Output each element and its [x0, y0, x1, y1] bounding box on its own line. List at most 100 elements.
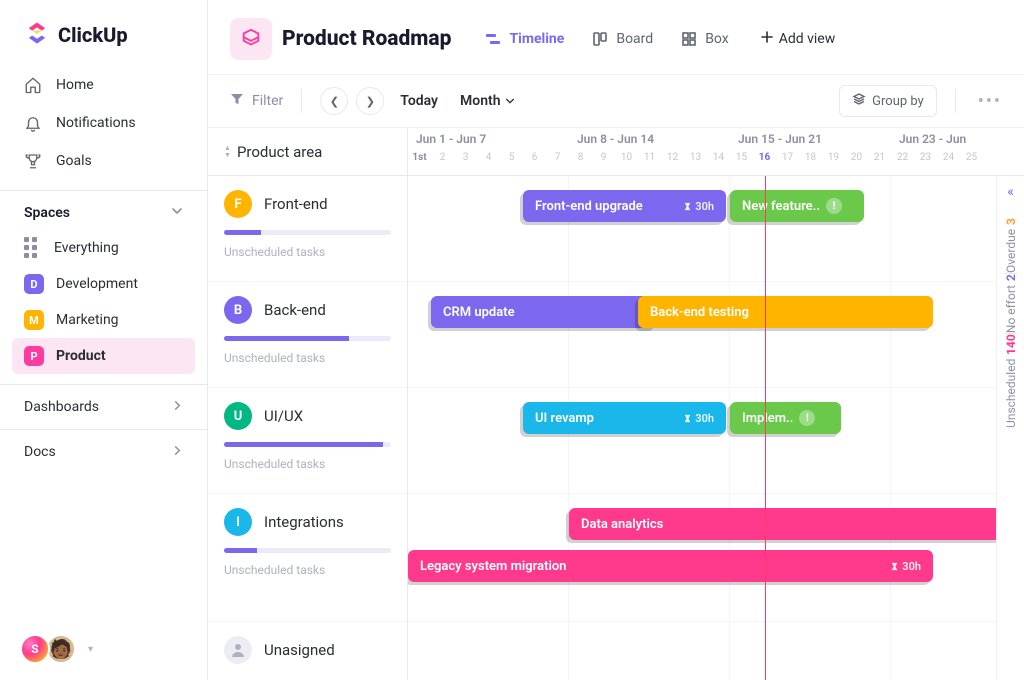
timeline: ▲▼ Product area F Front-end Unscheduled …: [208, 128, 1024, 680]
rail-unsch[interactable]: Unscheduled 140: [1004, 334, 1018, 428]
task-bar[interactable]: Implem.. !: [730, 402, 841, 434]
more-button[interactable]: •••: [978, 91, 1002, 112]
space-everything[interactable]: Everything: [12, 229, 195, 266]
area-row[interactable]: B Back-end: [224, 296, 391, 324]
date-range: Jun 15 - Jun 21: [730, 128, 891, 152]
unscheduled-link[interactable]: Unscheduled tasks: [224, 457, 391, 471]
task-bar[interactable]: CRM update: [431, 296, 657, 328]
nav-trophy[interactable]: Goals: [12, 142, 195, 180]
progress-bar: [224, 336, 391, 341]
person-icon: [224, 636, 252, 664]
view-tab-timeline[interactable]: Timeline: [471, 23, 578, 55]
group-column-header[interactable]: ▲▼ Product area: [208, 128, 407, 176]
area-badge: U: [224, 402, 252, 430]
today-button[interactable]: Today: [400, 93, 438, 109]
spaces-heading[interactable]: Spaces: [0, 190, 207, 229]
filter-icon: [230, 92, 244, 110]
nav-bell[interactable]: Notifications: [12, 104, 195, 142]
space-product[interactable]: P Product: [12, 338, 195, 374]
unscheduled-link[interactable]: Unscheduled tasks: [224, 245, 391, 259]
group-by-button[interactable]: Group by: [839, 85, 937, 117]
chevron-down-icon: [171, 205, 183, 221]
area-row[interactable]: F Front-end: [224, 190, 391, 218]
plus-icon: [761, 31, 773, 47]
prev-button[interactable]: ❮: [320, 87, 348, 115]
sort-icon: ▲▼: [224, 145, 231, 159]
section-docs[interactable]: Docs: [0, 429, 207, 474]
day-tick[interactable]: 19: [822, 152, 845, 176]
unscheduled-link[interactable]: Unscheduled tasks: [224, 563, 391, 577]
area-row[interactable]: U UI/UX: [224, 402, 391, 430]
day-tick[interactable]: 9: [592, 152, 615, 176]
period-select[interactable]: Month: [460, 93, 515, 109]
unscheduled-link[interactable]: Unscheduled tasks: [224, 351, 391, 365]
section-dashboards[interactable]: Dashboards: [0, 384, 207, 429]
day-tick[interactable]: 6: [523, 152, 546, 176]
area-badge: B: [224, 296, 252, 324]
task-bar[interactable]: Front-end upgrade 30h: [523, 190, 726, 222]
day-tick[interactable]: 16: [753, 152, 776, 176]
day-tick[interactable]: 1st: [408, 152, 431, 176]
day-tick[interactable]: 14: [707, 152, 730, 176]
day-tick[interactable]: 15: [730, 152, 753, 176]
day-tick[interactable]: 2: [431, 152, 454, 176]
day-tick[interactable]: 23: [914, 152, 937, 176]
day-tick[interactable]: 10: [615, 152, 638, 176]
next-button[interactable]: ❯: [356, 87, 384, 115]
day-tick[interactable]: 25: [960, 152, 983, 176]
view-tab-box[interactable]: Box: [667, 23, 743, 55]
collapse-rail-button[interactable]: «: [1007, 184, 1014, 200]
day-tick[interactable]: 5: [500, 152, 523, 176]
space-development[interactable]: D Development: [12, 266, 195, 302]
day-tick[interactable]: 21: [868, 152, 891, 176]
day-tick[interactable]: 12: [661, 152, 684, 176]
avatar: S: [20, 634, 50, 664]
grid-icon: [24, 237, 42, 258]
progress-bar: [224, 230, 391, 235]
day-tick[interactable]: 4: [477, 152, 500, 176]
bell-icon: [24, 114, 42, 132]
hours-badge: 30h: [683, 412, 714, 425]
rail-overdue[interactable]: Overdue 3: [1004, 218, 1018, 273]
filter-button[interactable]: Filter: [230, 92, 283, 110]
rail-noeffort[interactable]: No effort 2: [1004, 274, 1018, 333]
task-bar[interactable]: New feature.. !: [730, 190, 864, 222]
progress-bar: [224, 548, 391, 553]
app-logo[interactable]: ClickUp: [0, 0, 207, 66]
warning-icon: !: [826, 198, 842, 214]
view-tab-board[interactable]: Board: [578, 23, 667, 55]
sidebar: ClickUp Home Notifications Goals Spaces …: [0, 0, 208, 680]
task-bar[interactable]: Back-end testing: [638, 296, 933, 328]
day-tick[interactable]: 22: [891, 152, 914, 176]
right-rail: « Overdue 3 No effort 2 Unscheduled 140: [996, 176, 1024, 680]
space-badge: M: [24, 310, 44, 330]
add-view-button[interactable]: Add view: [761, 31, 836, 47]
day-tick[interactable]: 20: [845, 152, 868, 176]
space-marketing[interactable]: M Marketing: [12, 302, 195, 338]
day-tick[interactable]: 7: [546, 152, 569, 176]
layers-icon: [852, 92, 866, 110]
logo-icon: [24, 20, 50, 50]
user-menu[interactable]: S 🧑🏾 ▾: [0, 618, 207, 680]
date-range: Jun 1 - Jun 7: [408, 128, 569, 152]
day-tick[interactable]: 11: [638, 152, 661, 176]
day-tick[interactable]: 8: [569, 152, 592, 176]
date-range: Jun 8 - Jun 14: [569, 128, 730, 152]
day-tick[interactable]: 24: [937, 152, 960, 176]
main: Product Roadmap Timeline Board Box Add v…: [208, 0, 1024, 680]
page-icon[interactable]: [230, 18, 272, 60]
home-icon: [24, 76, 42, 94]
area-row[interactable]: I Integrations: [224, 508, 391, 536]
topbar: Product Roadmap Timeline Board Box Add v…: [208, 0, 1024, 75]
day-tick[interactable]: 3: [454, 152, 477, 176]
task-bar[interactable]: Data analytics: [569, 508, 1024, 540]
day-tick[interactable]: 18: [799, 152, 822, 176]
chevron-right-icon: [172, 444, 183, 460]
day-tick[interactable]: 13: [684, 152, 707, 176]
task-bar[interactable]: Legacy system migration 30h: [408, 550, 933, 582]
nav-home[interactable]: Home: [12, 66, 195, 104]
task-bar[interactable]: UI revamp 30h: [523, 402, 726, 434]
avatar: 🧑🏾: [46, 634, 76, 664]
day-tick[interactable]: 17: [776, 152, 799, 176]
page-title: Product Roadmap: [282, 27, 451, 51]
